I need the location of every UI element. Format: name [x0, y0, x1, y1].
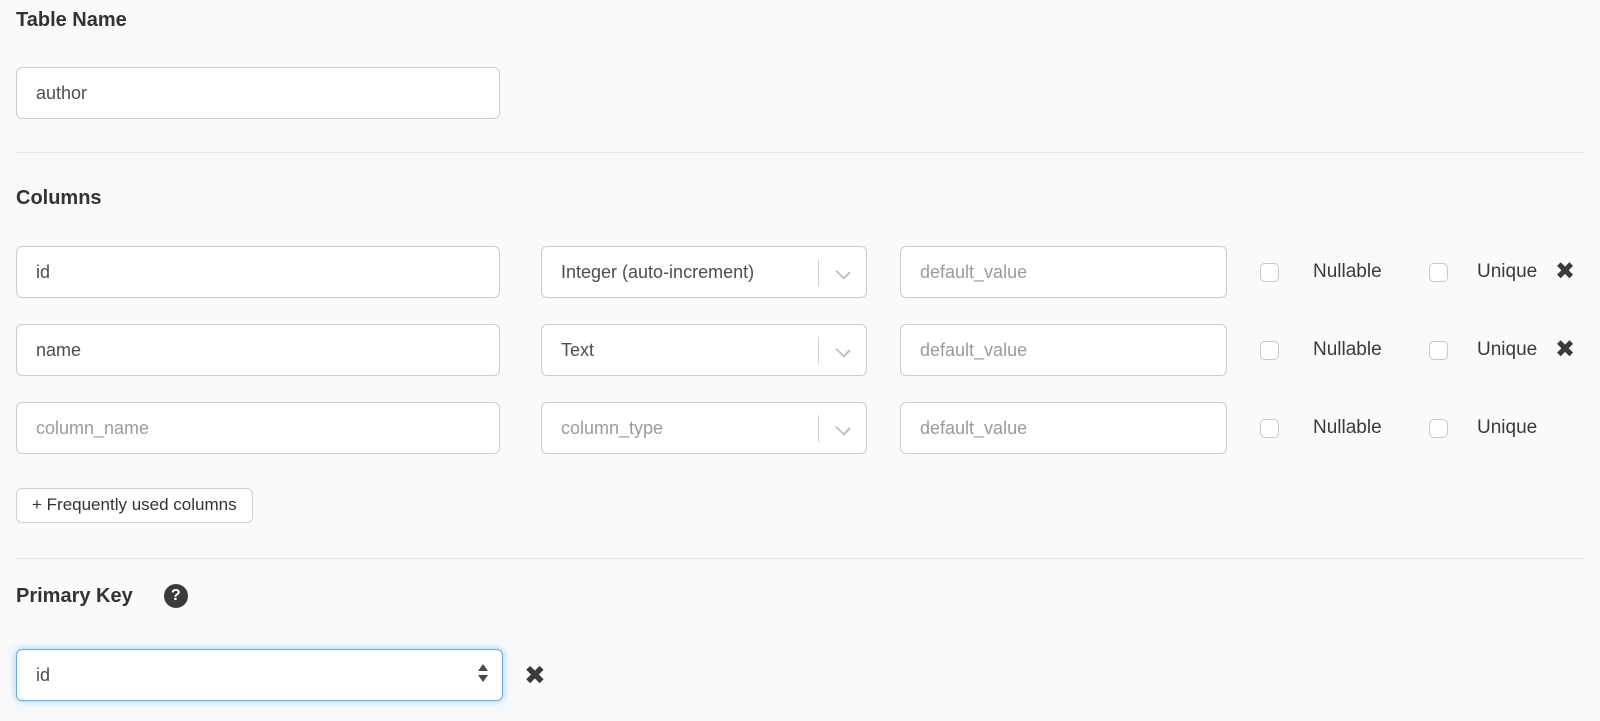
- nullable-checkbox[interactable]: [1260, 341, 1279, 360]
- column-name-input[interactable]: [16, 402, 500, 454]
- column-row: Integer (auto-increment) Nullable Unique…: [16, 246, 1584, 298]
- unique-checkbox[interactable]: [1429, 419, 1448, 438]
- remove-primary-key-icon[interactable]: ✖: [524, 662, 546, 688]
- chevron-down-icon: [835, 420, 850, 435]
- column-type-select[interactable]: Text: [541, 324, 867, 376]
- remove-column-icon[interactable]: ✖: [1555, 260, 1575, 284]
- column-default-input[interactable]: [900, 324, 1227, 376]
- primary-key-heading-row: Primary Key ?: [16, 584, 1584, 608]
- nullable-checkbox[interactable]: [1260, 419, 1279, 438]
- section-divider: [16, 558, 1584, 559]
- column-default-input[interactable]: [900, 402, 1227, 454]
- unique-checkbox[interactable]: [1429, 263, 1448, 282]
- chevron-down-icon: [835, 264, 850, 279]
- column-type-select[interactable]: column_type: [541, 402, 867, 454]
- table-modify-form: Table Name Columns Integer (auto-increme…: [0, 0, 1600, 701]
- columns-heading: Columns: [16, 186, 1584, 210]
- frequently-used-columns-button[interactable]: + Frequently used columns: [16, 488, 253, 523]
- select-separator: [818, 415, 819, 442]
- unique-label: Unique: [1477, 417, 1543, 439]
- primary-key-select[interactable]: id: [16, 649, 503, 701]
- unique-label: Unique: [1477, 339, 1543, 361]
- select-arrows-icon: [478, 664, 488, 682]
- chevron-down-icon: [835, 342, 850, 357]
- table-name-heading: Table Name: [16, 0, 1584, 32]
- column-row: Text Nullable Unique ✖: [16, 324, 1584, 376]
- column-name-input[interactable]: [16, 246, 500, 298]
- section-divider: [16, 152, 1584, 153]
- column-type-value: Text: [561, 340, 594, 361]
- help-icon[interactable]: ?: [164, 584, 188, 608]
- unique-label: Unique: [1477, 261, 1543, 283]
- primary-key-heading: Primary Key: [16, 584, 133, 608]
- unique-checkbox[interactable]: [1429, 341, 1448, 360]
- nullable-label: Nullable: [1313, 417, 1394, 439]
- primary-key-selected-value: id: [36, 665, 50, 686]
- column-type-placeholder: column_type: [561, 418, 663, 439]
- column-row-empty: column_type Nullable Unique: [16, 402, 1584, 454]
- column-type-value: Integer (auto-increment): [561, 262, 754, 283]
- primary-key-row: id ✖: [16, 649, 1584, 701]
- column-type-select[interactable]: Integer (auto-increment): [541, 246, 867, 298]
- select-separator: [818, 259, 819, 286]
- nullable-label: Nullable: [1313, 261, 1394, 283]
- remove-column-icon[interactable]: ✖: [1555, 338, 1575, 362]
- nullable-label: Nullable: [1313, 339, 1394, 361]
- column-name-input[interactable]: [16, 324, 500, 376]
- select-separator: [818, 337, 819, 364]
- nullable-checkbox[interactable]: [1260, 263, 1279, 282]
- column-default-input[interactable]: [900, 246, 1227, 298]
- table-name-input[interactable]: [16, 67, 500, 119]
